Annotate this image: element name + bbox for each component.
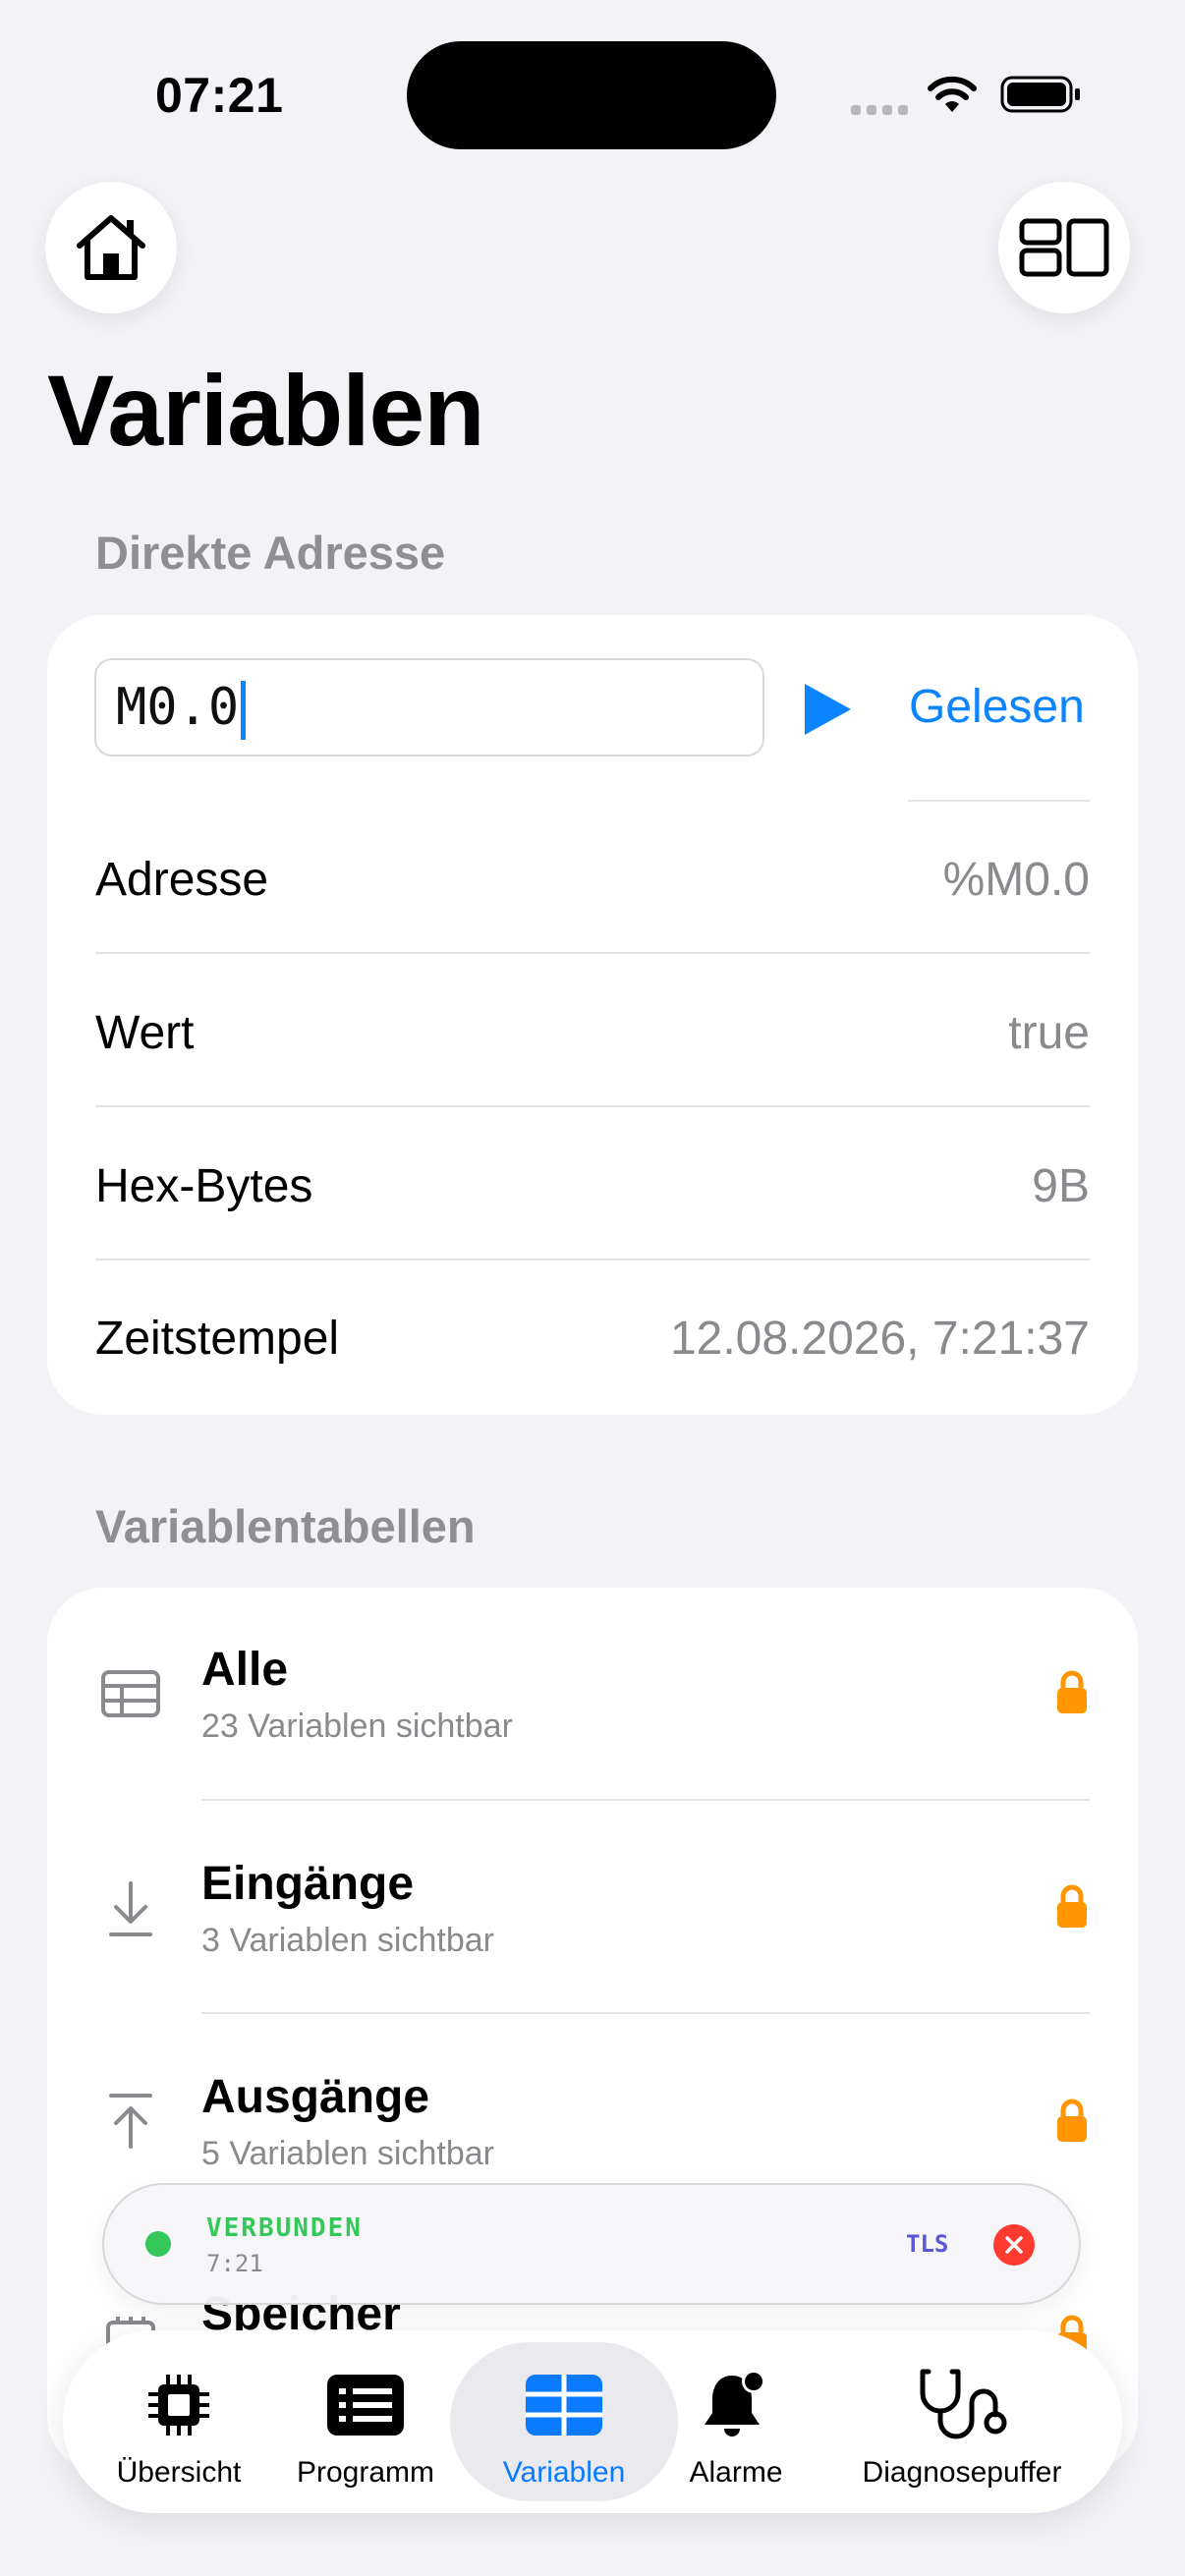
tab-label: Alarme bbox=[689, 2456, 783, 2489]
row-address-label: Adresse bbox=[95, 854, 269, 906]
dynamic-island bbox=[407, 41, 776, 149]
read-status-label: Gelesen bbox=[909, 681, 1085, 733]
table-item-title: Alle bbox=[201, 1644, 289, 1696]
cpu-icon bbox=[148, 2375, 209, 2436]
table-item-subtitle: 3 Variablen sichtbar bbox=[201, 1922, 494, 1959]
table-item-subtitle: 23 Variablen sichtbar bbox=[201, 1708, 513, 1745]
page-title: Variablen bbox=[47, 355, 485, 467]
layout-icon bbox=[1019, 218, 1109, 277]
divider bbox=[95, 1259, 1090, 1260]
section-title-variable-tables: Variablentabellen bbox=[95, 1500, 476, 1552]
tab-label: Programm bbox=[296, 2456, 435, 2489]
connection-time: 7:21 bbox=[206, 2250, 263, 2277]
tab-bar: Übersicht Programm Variablen Alarme Diag… bbox=[63, 2330, 1122, 2513]
row-value-value: true bbox=[1008, 1007, 1090, 1059]
close-icon bbox=[1005, 2236, 1023, 2254]
tls-badge: TLS bbox=[906, 2230, 949, 2258]
tab-diagnosepuffer[interactable]: Diagnosepuffer bbox=[839, 2330, 1085, 2513]
play-read-button[interactable] bbox=[802, 682, 853, 737]
arrow-up-from-line-icon bbox=[98, 2089, 163, 2154]
table-item-subtitle: 5 Variablen sichtbar bbox=[201, 2135, 494, 2172]
disconnect-button[interactable] bbox=[993, 2224, 1035, 2266]
list-icon bbox=[327, 2375, 404, 2436]
arrow-down-to-line-icon bbox=[98, 1876, 163, 1941]
cellular-signal-icon bbox=[851, 102, 914, 120]
row-hex-value: 9B bbox=[1032, 1160, 1090, 1212]
lock-icon bbox=[1057, 2099, 1087, 2142]
row-value-label: Wert bbox=[95, 1007, 195, 1059]
tab-uebersicht[interactable]: Übersicht bbox=[102, 2330, 255, 2513]
table-icon bbox=[98, 1661, 163, 1726]
layout-switch-button[interactable] bbox=[998, 182, 1130, 313]
connection-status: VERBUNDEN bbox=[206, 2213, 363, 2243]
section-title-direct-address: Direkte Adresse bbox=[95, 527, 446, 579]
text-caret bbox=[241, 681, 247, 740]
divider bbox=[908, 800, 1090, 802]
home-icon bbox=[77, 215, 145, 280]
lock-icon bbox=[1057, 1670, 1087, 1713]
row-timestamp-label: Zeitstempel bbox=[95, 1313, 340, 1365]
tab-programm[interactable]: Programm bbox=[289, 2330, 442, 2513]
row-address-value: %M0.0 bbox=[942, 854, 1090, 906]
status-time: 07:21 bbox=[155, 68, 284, 123]
address-input[interactable]: M0.0 bbox=[94, 658, 764, 756]
wifi-icon bbox=[928, 76, 977, 112]
divider bbox=[95, 952, 1090, 954]
stethoscope-icon bbox=[920, 2369, 1007, 2439]
home-button[interactable] bbox=[45, 182, 177, 313]
table-item-title: Eingänge bbox=[201, 1858, 415, 1910]
tab-label: Übersicht bbox=[116, 2456, 242, 2489]
tab-alarme[interactable]: Alarme bbox=[662, 2330, 810, 2513]
battery-icon bbox=[1000, 76, 1080, 113]
table-item-title: Ausgänge bbox=[201, 2071, 430, 2123]
tab-label: Diagnosepuffer bbox=[862, 2456, 1062, 2489]
divider bbox=[95, 1105, 1090, 1107]
status-dot-icon bbox=[145, 2231, 171, 2257]
row-hex-label: Hex-Bytes bbox=[95, 1160, 313, 1212]
lock-icon bbox=[1057, 1884, 1087, 1928]
row-timestamp-value: 12.08.2026, 7:21:37 bbox=[669, 1313, 1090, 1365]
tab-variablen[interactable]: Variablen bbox=[485, 2330, 643, 2513]
grid-table-icon bbox=[526, 2375, 602, 2436]
bell-badge-icon bbox=[705, 2370, 765, 2436]
tab-label: Variablen bbox=[502, 2456, 626, 2489]
